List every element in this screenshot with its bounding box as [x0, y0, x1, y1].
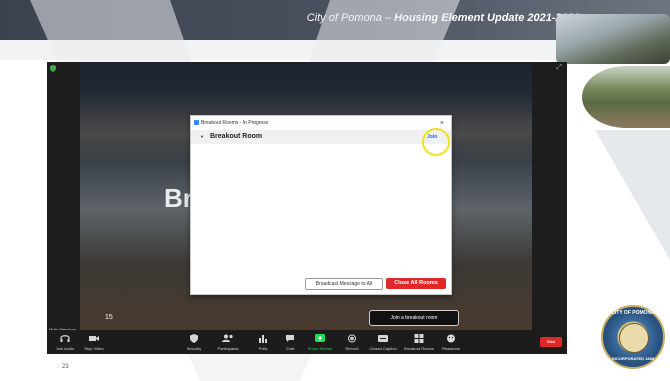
- seal-emblem: [619, 323, 649, 353]
- end-meeting-button[interactable]: End: [540, 337, 562, 347]
- video-camera-icon: [89, 336, 99, 341]
- highlight-circle: [422, 128, 450, 156]
- reactions-button[interactable]: Reactions: [439, 333, 463, 351]
- breakout-room-row[interactable]: ▼ Breakout Room: [191, 130, 451, 144]
- city-seal: CITY OF POMONA INCORPORATED 1888: [601, 305, 665, 369]
- video-background-text: Br: [164, 183, 193, 213]
- participants-button[interactable]: Participants: [213, 333, 243, 351]
- close-icon[interactable]: ×: [440, 119, 444, 129]
- dialog-title-bar: Breakout Rooms - In Progress ×: [194, 118, 448, 128]
- chat-bubble-icon: [286, 335, 294, 342]
- street-photo: [582, 66, 670, 128]
- self-view-number: 15: [105, 314, 113, 321]
- breakout-room-name: Breakout Room: [210, 133, 263, 140]
- close-all-rooms-button[interactable]: Close All Rooms: [386, 278, 446, 289]
- breakout-tooltip: Join a breakout room: [369, 310, 459, 326]
- dialog-title: Breakout Rooms - In Progress: [201, 120, 269, 126]
- zoom-logo-icon: [194, 120, 199, 126]
- bar-chart-icon: [259, 335, 267, 343]
- security-shield-icon: [50, 65, 56, 72]
- record-icon: [348, 334, 356, 343]
- seal-top-text: CITY OF POMONA: [611, 310, 655, 316]
- join-audio-button[interactable]: Join Audio: [52, 333, 78, 351]
- mountain-photo: [556, 14, 670, 64]
- record-button[interactable]: Record: [341, 333, 363, 351]
- security-button[interactable]: Security: [182, 333, 206, 351]
- breakout-rooms-icon: [414, 334, 424, 343]
- fullscreen-icon[interactable]: ⤢: [556, 64, 562, 72]
- breakout-rooms-button[interactable]: Breakout Rooms: [401, 333, 437, 351]
- participants-icon: [222, 334, 233, 342]
- stop-video-button[interactable]: Stop Video: [81, 333, 107, 351]
- closed-caption-icon: [378, 335, 388, 342]
- share-screen-button[interactable]: Share Screen: [306, 333, 334, 351]
- smiley-icon: [447, 334, 455, 343]
- page-title: City of Pomona – Housing Element Update …: [306, 12, 580, 24]
- shield-icon: [190, 334, 198, 343]
- headphones-icon: [60, 335, 70, 342]
- share-screen-icon: [315, 334, 325, 342]
- chat-button[interactable]: Chat: [280, 333, 300, 351]
- caret-down-icon[interactable]: ▼: [200, 134, 204, 139]
- slide-number: 23: [62, 364, 69, 370]
- closed-caption-button[interactable]: Closed Caption: [367, 333, 399, 351]
- polls-button[interactable]: Polls: [253, 333, 273, 351]
- broadcast-message-button[interactable]: Broadcast Message to All: [305, 278, 383, 290]
- seal-bottom-text: INCORPORATED 1888: [611, 356, 655, 361]
- breakout-rooms-dialog: Breakout Rooms - In Progress × ▼ Breakou…: [190, 115, 452, 295]
- slide: City of Pomona – Housing Element Update …: [0, 0, 670, 381]
- meeting-toolbar: Join Audio Stop Video Security Participa…: [47, 330, 567, 354]
